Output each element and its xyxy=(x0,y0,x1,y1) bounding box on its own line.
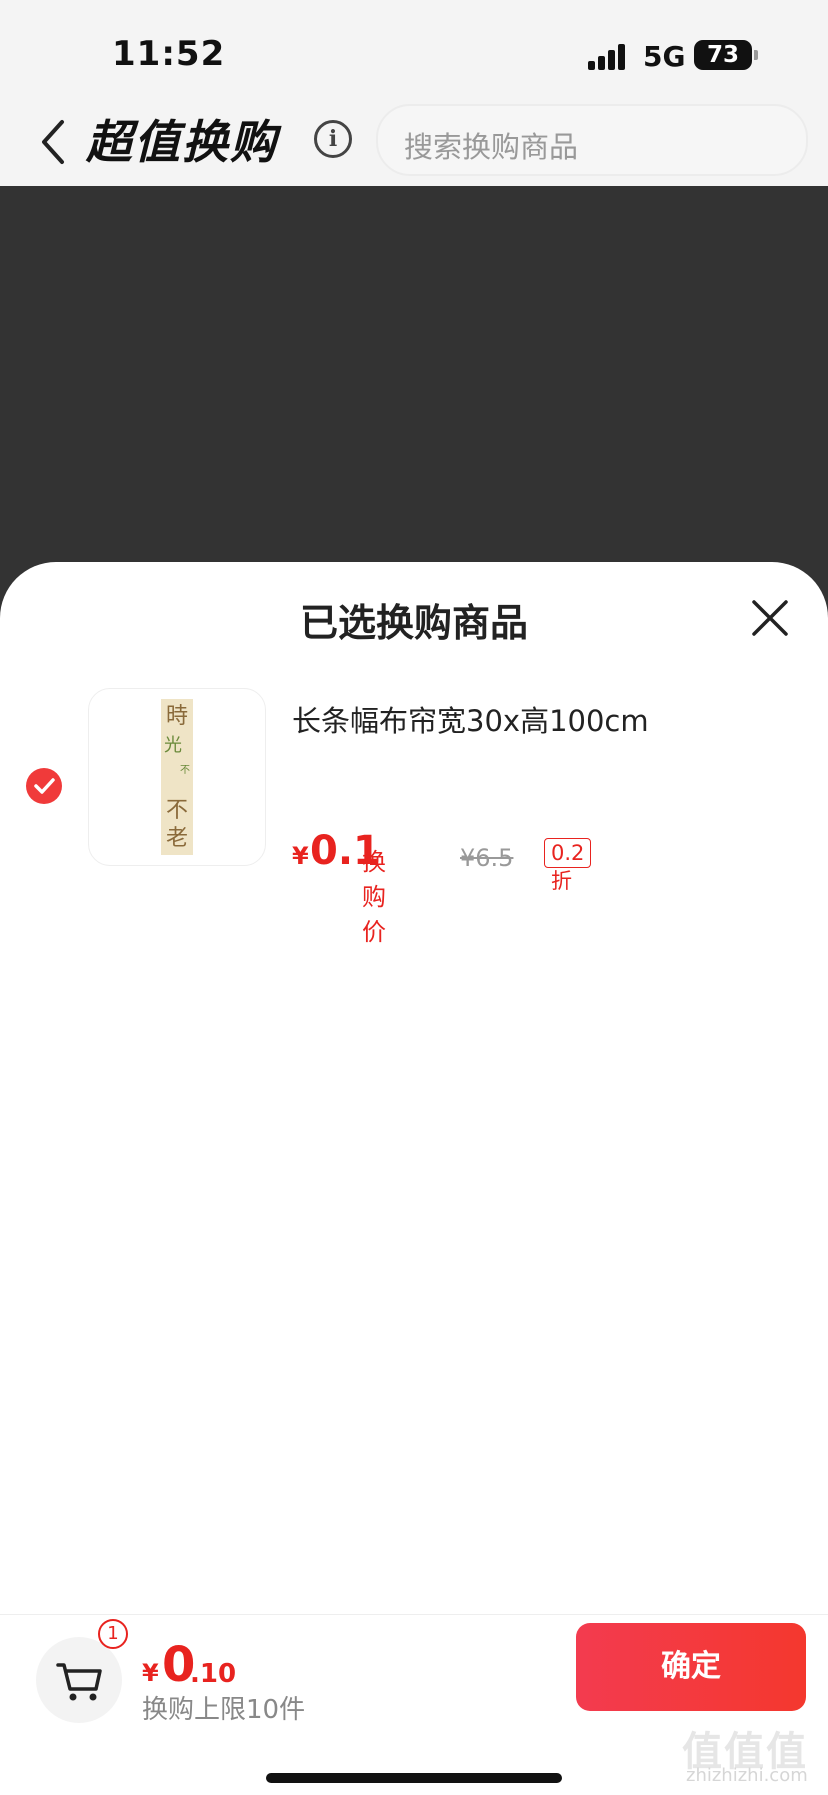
svg-text:老: 老 xyxy=(166,826,188,851)
select-checkbox[interactable] xyxy=(26,768,62,804)
svg-text:光: 光 xyxy=(164,735,182,756)
selected-items-sheet: 已选换购商品 時 光 不 不 老 长条幅布帘宽30x高100cm ¥ 0.1 换… xyxy=(0,562,828,1795)
home-indicator[interactable] xyxy=(266,1773,562,1783)
confirm-button[interactable]: 确定 xyxy=(576,1623,806,1711)
product-thumbnail[interactable]: 時 光 不 不 老 xyxy=(88,688,266,866)
info-icon[interactable]: i xyxy=(314,120,352,158)
sheet-title: 已选换购商品 xyxy=(299,601,528,645)
watermark-url: zhizhizhi.com xyxy=(686,1765,808,1786)
total-currency: ¥ xyxy=(142,1659,159,1687)
bottom-bar: 1 ¥ 0 .10 换购上限10件 确定 值值值 zhizhizhi.com xyxy=(0,1614,828,1795)
battery-icon: 73 xyxy=(694,40,752,70)
price-currency: ¥ xyxy=(292,842,309,870)
search-placeholder: 搜索换购商品 xyxy=(404,130,579,164)
exchange-price-label: 换购价 xyxy=(362,848,386,946)
signal-icon xyxy=(588,42,632,70)
check-icon xyxy=(34,778,55,794)
close-button[interactable] xyxy=(748,596,792,640)
total-decimal: .10 xyxy=(190,1659,237,1689)
cart-count-badge: 1 xyxy=(98,1619,128,1649)
back-button[interactable] xyxy=(34,110,74,170)
cart-button[interactable] xyxy=(36,1637,122,1723)
status-time: 11:52 xyxy=(112,34,226,74)
chevron-left-icon xyxy=(42,120,64,164)
page-title: 超值换购 xyxy=(86,115,278,169)
original-price: ¥6.5 xyxy=(460,844,514,872)
status-bar: 11:52 5G 73 xyxy=(0,0,828,100)
product-name: 长条幅布帘宽30x高100cm xyxy=(292,704,649,738)
banner-image: 時 光 不 不 老 xyxy=(161,699,193,855)
svg-text:時: 時 xyxy=(166,704,188,729)
search-input[interactable]: 搜索换购商品 xyxy=(376,104,808,176)
network-type: 5G xyxy=(643,40,686,73)
svg-text:不: 不 xyxy=(166,798,188,823)
discount-badge: 0.2折 xyxy=(544,838,592,893)
exchange-limit: 换购上限10件 xyxy=(142,1695,306,1725)
svg-text:不: 不 xyxy=(180,765,190,776)
product-item[interactable]: 時 光 不 不 老 长条幅布帘宽30x高100cm ¥ 0.1 换购价 ¥6.5… xyxy=(0,688,828,946)
nav-bar: 超值换购 i 搜索换购商品 xyxy=(0,100,828,186)
close-icon xyxy=(752,600,788,636)
cart-icon xyxy=(56,1663,102,1701)
battery-cap xyxy=(754,50,758,60)
